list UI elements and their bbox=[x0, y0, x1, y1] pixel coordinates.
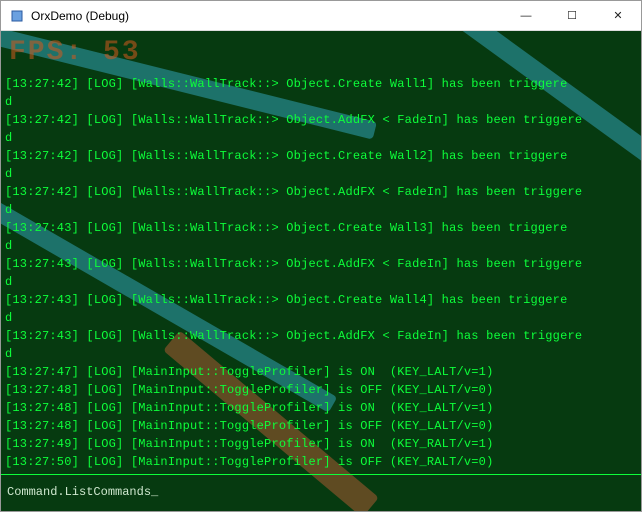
log-line: [13:27:47] [LOG] [MainInput::ToggleProfi… bbox=[5, 363, 637, 381]
log-line: [13:27:48] [LOG] [MainInput::ToggleProfi… bbox=[5, 399, 637, 417]
log-line: [13:27:43] [LOG] [Walls::WallTrack::> Ob… bbox=[5, 327, 637, 345]
log-line: [13:27:42] [LOG] [Walls::WallTrack::> Ob… bbox=[5, 111, 637, 129]
log-line: d bbox=[5, 309, 637, 327]
log-line: [13:27:48] [LOG] [MainInput::ToggleProfi… bbox=[5, 381, 637, 399]
log-line: d bbox=[5, 273, 637, 291]
console-input-text[interactable]: Command.ListCommands bbox=[7, 483, 151, 501]
log-line: d bbox=[5, 201, 637, 219]
window-title: OrxDemo (Debug) bbox=[31, 9, 503, 23]
console-log-area[interactable]: [13:27:42] [LOG] [Walls::WallTrack::> Ob… bbox=[1, 31, 641, 474]
log-line: d bbox=[5, 237, 637, 255]
maximize-button[interactable]: ☐ bbox=[549, 1, 595, 30]
window-controls: — ☐ ✕ bbox=[503, 1, 641, 30]
game-client-area: FPS: 53 [13:27:42] [LOG] [Walls::WallTra… bbox=[1, 31, 641, 511]
log-line: [13:27:50] [LOG] [MainInput::ToggleProfi… bbox=[5, 453, 637, 471]
log-line: [13:27:49] [LOG] [MainInput::ToggleProfi… bbox=[5, 435, 637, 453]
close-button[interactable]: ✕ bbox=[595, 1, 641, 30]
text-cursor: _ bbox=[151, 483, 158, 501]
app-icon bbox=[9, 8, 25, 24]
log-line: d bbox=[5, 93, 637, 111]
log-line: [13:27:43] [LOG] [Walls::WallTrack::> Ob… bbox=[5, 291, 637, 309]
log-line: [13:27:43] [LOG] [Walls::WallTrack::> Ob… bbox=[5, 219, 637, 237]
console-input-row[interactable]: Command.ListCommands_ bbox=[1, 474, 641, 511]
log-line: [13:27:42] [LOG] [Walls::WallTrack::> Ob… bbox=[5, 183, 637, 201]
log-line: [13:27:48] [LOG] [MainInput::ToggleProfi… bbox=[5, 417, 637, 435]
log-line: d bbox=[5, 129, 637, 147]
log-line: [13:27:42] [LOG] [Walls::WallTrack::> Ob… bbox=[5, 147, 637, 165]
minimize-button[interactable]: — bbox=[503, 1, 549, 30]
log-line: d bbox=[5, 345, 637, 363]
log-line: [13:27:43] [LOG] [Walls::WallTrack::> Ob… bbox=[5, 255, 637, 273]
debug-console: [13:27:42] [LOG] [Walls::WallTrack::> Ob… bbox=[1, 31, 641, 511]
titlebar[interactable]: OrxDemo (Debug) — ☐ ✕ bbox=[1, 1, 641, 31]
log-line: [13:27:42] [LOG] [Walls::WallTrack::> Ob… bbox=[5, 75, 637, 93]
log-line: d bbox=[5, 165, 637, 183]
app-window: OrxDemo (Debug) — ☐ ✕ FPS: 53 [13:27:42]… bbox=[0, 0, 642, 512]
